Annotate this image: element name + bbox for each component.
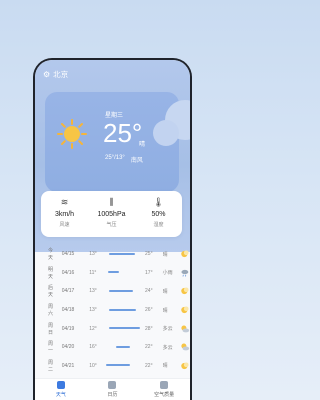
wind-direction: 南风: [130, 158, 143, 164]
top-bar: ⚙ 北京: [43, 69, 68, 80]
forecast-condition: 晴: [162, 307, 168, 314]
forecast-date: 04/16: [61, 269, 75, 276]
temp-range-track: [106, 271, 139, 274]
temp-range-track: [105, 364, 139, 367]
forecast-condition: 晴: [162, 363, 168, 370]
forecast-row[interactable]: 周六 04/18 13° 26° 晴: [35, 301, 190, 320]
temp-range-bar: [109, 308, 137, 311]
forecast-condition: 晴: [162, 288, 168, 295]
forecast-low: 13°: [89, 251, 97, 258]
temp-range-bar: [116, 345, 130, 348]
sun-icon: [57, 119, 87, 149]
gear-icon[interactable]: ⚙: [43, 70, 50, 79]
temp-range-bar: [105, 364, 130, 367]
forecast-row[interactable]: 明天 04/16 11° 17° 小雨: [35, 264, 190, 283]
forecast-low: 11°: [89, 269, 97, 276]
temp-range-track: [106, 308, 139, 312]
forecast-high: 25°: [145, 251, 153, 258]
forecast-high: 28°: [145, 325, 153, 332]
stat-value: 50%: [151, 211, 166, 218]
forecast-condition: 多云: [162, 326, 173, 333]
temp-range-bar: [107, 271, 120, 274]
forecast-high: 26°: [145, 307, 153, 314]
forecast-date: 04/17: [61, 288, 75, 295]
partly-cloudy-icon: [181, 325, 190, 333]
temp-range-bar: [108, 327, 140, 330]
forecast-day: 后天: [48, 285, 54, 299]
air-quality-tab-icon: [160, 381, 169, 389]
thermometer-icon: 🌡: [152, 197, 165, 207]
forecast-date: 04/20: [61, 344, 75, 351]
forecast-day: 周一: [48, 341, 54, 355]
stat-label: 气压: [106, 222, 117, 228]
stat-label: 风速: [59, 222, 70, 228]
temp-range-track: [106, 289, 139, 293]
current-temperature: 25°: [103, 118, 143, 148]
forecast-high: 24°: [145, 288, 153, 295]
current-condition: 晴: [139, 142, 146, 148]
forecast-day: 周日: [48, 322, 54, 336]
forecast-condition: 小雨: [162, 270, 173, 277]
forecast-day: 明天: [48, 266, 54, 280]
tab-label: 空气质量: [154, 392, 175, 398]
sun-moon-icon: [181, 287, 189, 295]
forecast-row[interactable]: 后天 04/17 13° 24° 晴: [35, 282, 190, 301]
calendar-tab-icon: [108, 381, 117, 389]
forecast-high: 17°: [145, 269, 153, 276]
cloud-decoration: [153, 120, 179, 146]
forecast-condition: 晴: [162, 251, 168, 258]
forecast-row[interactable]: 今天 04/15 13° 25° 晴: [35, 245, 190, 264]
temp-range-bar: [109, 289, 134, 292]
phone-frame: ⚙ 北京 星期三 25° 晴 25°/13° 南风 ≋ 3km/h 风速 ⫼ 1…: [33, 58, 192, 400]
partly-cloudy-icon: [181, 343, 190, 351]
temp-range-track: [106, 252, 139, 256]
forecast-day: 周二: [48, 359, 54, 373]
forecast-low: 13°: [89, 307, 97, 314]
forecast-date: 04/15: [61, 251, 75, 258]
temperature-range: 25°/13° 南风: [105, 155, 143, 164]
stat-label: 湿度: [153, 222, 164, 228]
temp-range-track: [106, 327, 140, 330]
tab-air-quality[interactable]: 空气质量: [144, 381, 184, 398]
forecast-low: 16°: [89, 344, 97, 351]
sun-moon-icon: [181, 306, 189, 314]
forecast-date: 04/18: [61, 307, 75, 314]
tab-label: 日历: [107, 392, 118, 398]
forecast-row[interactable]: 周日 04/19 12° 28° 多云: [35, 319, 190, 338]
forecast-low: 13°: [89, 288, 97, 295]
temp-range-value: 25°/13°: [105, 155, 125, 161]
forecast-day: 周六: [48, 304, 54, 318]
forecast-condition: 多云: [162, 344, 173, 351]
tab-calendar[interactable]: 日历: [92, 381, 132, 398]
wind-icon: ≋: [60, 197, 69, 207]
sun-moon-icon: [181, 250, 189, 258]
sun-moon-icon: [181, 362, 189, 369]
tab-label: 天气: [55, 392, 66, 398]
forecast-low: 10°: [89, 362, 97, 369]
stat-wind: ≋ 3km/h 风速: [42, 197, 87, 228]
forecast-low: 12°: [89, 325, 97, 332]
pressure-icon: ⫼: [109, 197, 114, 207]
forecast-row[interactable]: 周一 04/20 16° 22° 多云: [35, 338, 190, 357]
weather-tab-icon: [56, 381, 65, 389]
temp-range-track: [106, 345, 139, 349]
stats-card: ≋ 3km/h 风速 ⫼ 1005hPa 气压 🌡 50% 湿度: [41, 191, 182, 237]
temp-range-bar: [109, 252, 135, 255]
stat-value: 3km/h: [54, 211, 75, 218]
forecast-high: 22°: [145, 344, 153, 351]
rain-icon: [181, 269, 189, 277]
forecast-list: 今天 04/15 13° 25° 晴明天 04/16 11° 17° 小雨 后天 04/17 13° 2…: [35, 245, 190, 375]
forecast-day: 今天: [48, 248, 54, 262]
stat-value: 1005hPa: [97, 211, 126, 218]
forecast-date: 04/21: [61, 362, 75, 369]
tab-weather[interactable]: 天气: [41, 381, 81, 398]
city-name[interactable]: 北京: [53, 69, 68, 80]
stat-humidity: 🌡 50% 湿度: [136, 197, 181, 228]
forecast-date: 04/19: [61, 325, 75, 332]
forecast-high: 22°: [145, 362, 153, 369]
bottom-tab-bar: 天气 日历 空气质量: [35, 378, 190, 400]
forecast-row[interactable]: 周二 04/21 10° 22° 晴: [35, 357, 190, 376]
stat-pressure: ⫼ 1005hPa 气压: [89, 197, 134, 228]
